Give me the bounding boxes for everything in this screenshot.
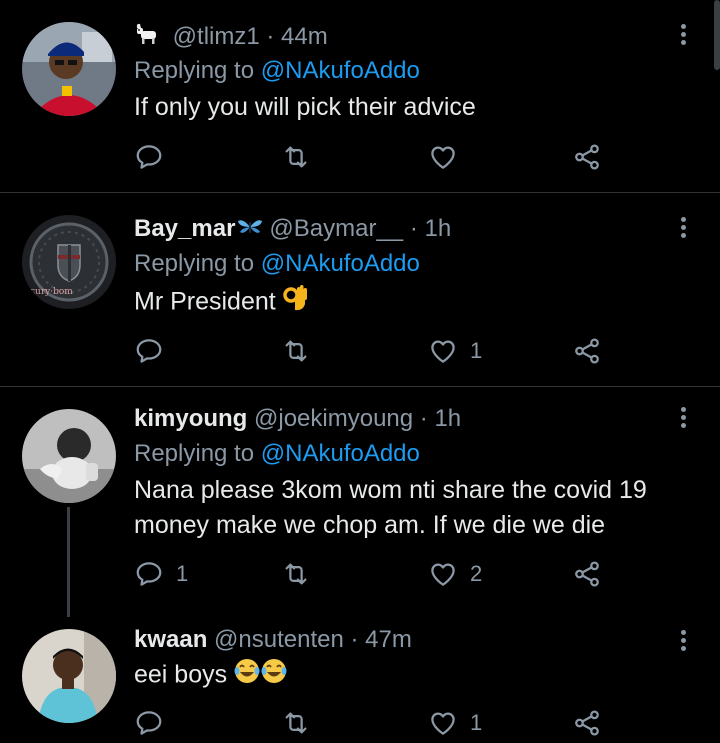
replying-to-handle[interactable]: @NAkufoAddo [261, 250, 420, 277]
tweet-actions: 1 [134, 335, 614, 367]
more-options-icon[interactable] [676, 215, 690, 241]
reply-icon [136, 145, 162, 169]
tweet-header: @tlimz1 · 44m [134, 22, 328, 53]
heart-icon [431, 340, 455, 363]
tweet-time[interactable]: · 1h [420, 405, 461, 432]
avatar[interactable] [22, 409, 116, 503]
user-handle[interactable]: @nsutenten [214, 626, 344, 653]
tweet-header: Bay_mar @Baymar__ · 1h [134, 215, 451, 244]
tweet[interactable]: kimyoung @joekimyoung · 1h Replying to @… [0, 387, 720, 617]
more-options-icon[interactable] [676, 22, 690, 48]
tweet[interactable]: @tlimz1 · 44m Replying to @NAkufoAddo If… [0, 0, 720, 192]
tweet[interactable]: cury·bom Bay_mar @Baymar__ · 1h Replying… [0, 193, 720, 386]
retweet-icon [285, 712, 307, 734]
retweet-button[interactable] [281, 335, 311, 367]
like-count: 1 [470, 338, 483, 363]
share-button[interactable] [572, 141, 602, 173]
display-name[interactable]: Bay_mar [134, 215, 235, 242]
replying-to-label: Replying to [134, 440, 255, 467]
like-button[interactable] [428, 141, 470, 173]
retweet-icon [285, 146, 307, 168]
reply-icon [136, 562, 162, 586]
share-icon [575, 338, 599, 364]
reply-button[interactable] [134, 707, 176, 739]
tweet-time[interactable]: · 1h [410, 215, 451, 242]
share-button[interactable] [572, 707, 602, 739]
user-handle[interactable]: @Baymar__ [269, 215, 403, 242]
like-count: 2 [470, 561, 483, 586]
tweet-text-line: eei boys [134, 657, 694, 695]
avatar[interactable] [22, 22, 116, 116]
reply-count: 1 [176, 561, 189, 586]
display-name[interactable]: kwaan [134, 626, 207, 653]
tweet[interactable]: kwaan @nsutenten · 47m eei boys 1 [0, 615, 720, 743]
retweet-button[interactable] [281, 707, 311, 739]
heart-icon [431, 563, 455, 586]
tweet-header: kwaan @nsutenten · 47m [134, 626, 412, 654]
ok-hand-emoji [282, 284, 309, 322]
share-button[interactable] [572, 558, 602, 590]
goat-emoji [134, 22, 160, 53]
heart-icon [431, 146, 455, 169]
more-options-icon[interactable] [676, 405, 690, 431]
avatar-watermark-text: cury·bom [30, 287, 73, 297]
tweet-text-line: Mr President [134, 284, 694, 322]
retweet-icon [285, 563, 307, 585]
reply-button[interactable]: 1 [134, 558, 188, 590]
reply-icon [136, 711, 162, 735]
tweet-time[interactable]: · 44m [266, 23, 327, 50]
tweet-actions [134, 141, 614, 173]
replying-to-label: Replying to [134, 250, 255, 277]
replying-to-handle[interactable]: @NAkufoAddo [261, 57, 420, 84]
like-count: 1 [470, 710, 483, 735]
share-button[interactable] [572, 335, 602, 367]
tweet-text: Mr President [134, 287, 276, 316]
user-handle[interactable]: @tlimz1 [173, 23, 260, 50]
thread-connector-line [67, 507, 70, 617]
replying-to: Replying to @NAkufoAddo [134, 250, 420, 278]
tweet-time[interactable]: · 47m [351, 626, 412, 653]
reply-icon [136, 339, 162, 363]
tweet-text: eei boys [134, 660, 228, 689]
reply-button[interactable] [134, 335, 176, 367]
replying-to-label: Replying to [134, 57, 255, 84]
tweet-text: If only you will pick their advice [134, 93, 476, 121]
more-options-icon[interactable] [676, 628, 690, 654]
tweet-text: Nana please 3kom wom nti share the covid… [134, 476, 647, 539]
like-button[interactable]: 1 [428, 707, 482, 739]
user-handle[interactable]: @joekimyoung [254, 405, 413, 432]
like-button[interactable]: 1 [428, 335, 482, 367]
share-icon [575, 710, 599, 736]
replying-to: Replying to @NAkufoAddo [134, 440, 420, 468]
heart-icon [431, 712, 455, 735]
reply-button[interactable] [134, 141, 176, 173]
replying-to-handle[interactable]: @NAkufoAddo [261, 440, 420, 467]
like-button[interactable]: 2 [428, 558, 482, 590]
tears-of-joy-emoji [234, 657, 288, 695]
tweet-actions: 1 [134, 707, 614, 739]
share-icon [575, 144, 599, 170]
tweet-actions: 1 2 [134, 558, 614, 590]
avatar[interactable] [22, 629, 116, 723]
retweet-icon [285, 340, 307, 362]
retweet-button[interactable] [281, 141, 311, 173]
display-name[interactable]: kimyoung [134, 405, 247, 432]
scrollbar[interactable] [714, 0, 720, 70]
retweet-button[interactable] [281, 558, 311, 590]
replying-to: Replying to @NAkufoAddo [134, 57, 420, 85]
butterfly-emoji [237, 216, 263, 244]
avatar[interactable]: cury·bom [22, 215, 116, 309]
share-icon [575, 561, 599, 587]
tweet-header: kimyoung @joekimyoung · 1h [134, 405, 461, 433]
